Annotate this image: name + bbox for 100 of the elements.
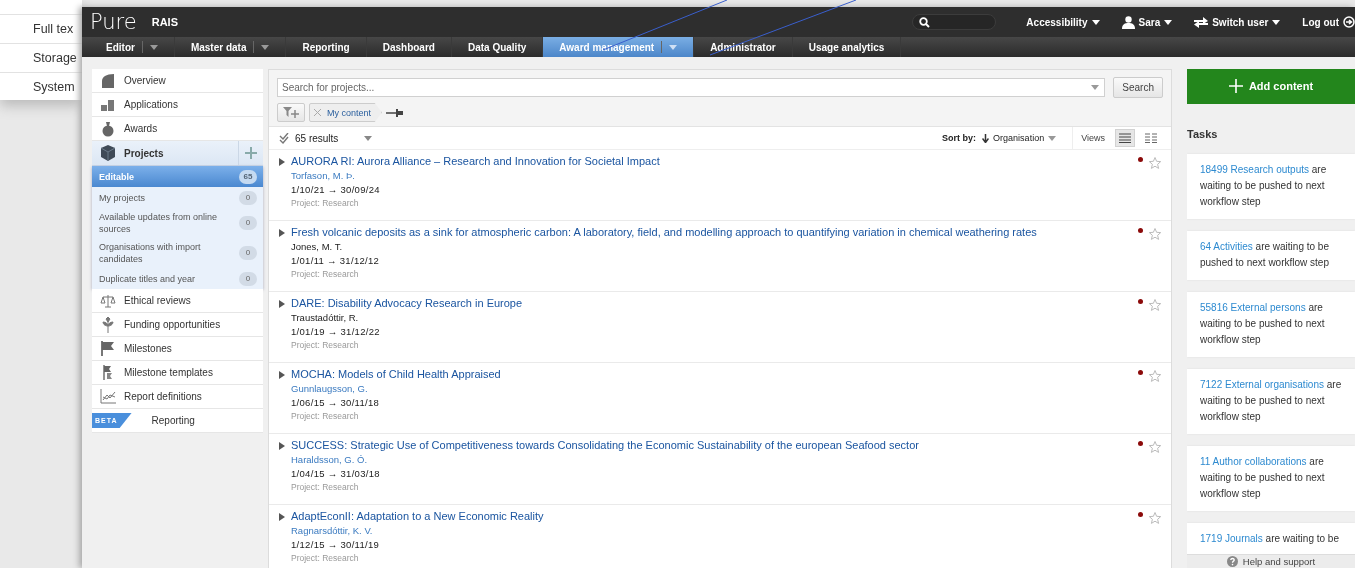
- product-name: RAIS: [151, 16, 178, 28]
- caret-icon: [1091, 19, 1100, 25]
- switch-user-button[interactable]: Switch user: [1194, 16, 1281, 28]
- sidebar-item[interactable]: Awards: [92, 117, 263, 141]
- sidebar-item[interactable]: Report definitions: [92, 385, 263, 409]
- sidebar-item[interactable]: Funding opportunities: [92, 313, 263, 337]
- task-link[interactable]: 7122 External organisations: [1200, 379, 1324, 390]
- results-count: 65 results: [295, 132, 339, 144]
- task-card: 18499 Research outputs are waiting to be pushed to next workflow step: [1187, 154, 1355, 219]
- filter-plus-icon: [283, 107, 299, 118]
- search-icon: [919, 16, 931, 28]
- task-card: 7122 External organisations are waiting to be pushed to next workflow step: [1187, 369, 1355, 434]
- user-menu[interactable]: Sara: [1121, 15, 1173, 29]
- caret-icon: [1091, 85, 1100, 90]
- sort-label: Sort by:: [942, 133, 977, 143]
- add-filter-button[interactable]: [277, 103, 305, 122]
- sidebar-item[interactable]: Overview: [92, 69, 263, 93]
- scales-icon: [99, 293, 116, 308]
- sidebar-item[interactable]: Milestones: [92, 337, 263, 361]
- status-dot-icon: [1138, 228, 1143, 233]
- sort-button[interactable]: Organisation: [982, 133, 1057, 143]
- sidebar-subitem[interactable]: Duplicate titles and year 0: [92, 268, 263, 289]
- help-bar[interactable]: Help and support: [1187, 554, 1355, 568]
- help-icon: [1226, 556, 1238, 567]
- project-title[interactable]: Fresh volcanic deposits as a sink for atmospheric carbon: A laboratory, field, and modelling approach to quantifying variation in chemical weathering rates: [291, 226, 1037, 238]
- person-name: Traustadóttir, R.: [291, 312, 359, 323]
- sidebar-subitem[interactable]: My projects 0: [92, 187, 263, 208]
- person-link[interactable]: Torfason, M. Þ.: [291, 170, 355, 181]
- cube-icon: [100, 145, 115, 161]
- task-link[interactable]: 55816 External persons: [1200, 302, 1306, 313]
- nav-tab[interactable]: Master data: [174, 37, 287, 57]
- sidebar-item[interactable]: Applications: [92, 93, 263, 117]
- nav-tab[interactable]: Dashboard: [366, 37, 452, 57]
- task-card: 55816 External persons are waiting to be pushed to next workflow step: [1187, 292, 1355, 357]
- status-dot-icon: [1138, 299, 1143, 304]
- project-dates: 1/06/15 → 30/11/18: [291, 397, 380, 408]
- expand-icon: [279, 513, 285, 521]
- tasks-heading: Tasks: [1187, 128, 1219, 140]
- task-link[interactable]: 64 Activities: [1200, 241, 1253, 252]
- task-card: 11 Author collaborations are waiting to be pushed to next workflow step: [1187, 446, 1355, 511]
- caret-icon: [1164, 19, 1173, 25]
- subitem-label: Duplicate titles and year: [99, 272, 197, 285]
- item-count: 0: [239, 190, 257, 205]
- expand-icon: [279, 158, 285, 166]
- project-type: Project: Research: [291, 553, 359, 563]
- logout-icon: [1343, 16, 1355, 28]
- project-title[interactable]: AURORA RI: Aurora Alliance – Research and Innovation for Societal Impact: [291, 155, 660, 167]
- subitem-label: Editable: [99, 170, 135, 183]
- project-type: Project: Research: [291, 269, 359, 279]
- search-button[interactable]: Search: [1113, 77, 1163, 98]
- project-title[interactable]: AdaptEconII: Adaptation to a New Economic Reality: [291, 510, 544, 522]
- task-link[interactable]: 11 Author collaborations: [1200, 456, 1307, 467]
- subitem-label: Organisations with import candidates: [99, 241, 202, 265]
- person-link[interactable]: Haraldsson, G. Ó.: [291, 454, 368, 465]
- subitem-label: Available updates from online sources: [99, 211, 218, 235]
- person-icon: [1121, 15, 1135, 29]
- pin-icon: [386, 107, 405, 118]
- item-count: 0: [239, 271, 257, 286]
- project-type: Project: Research: [291, 482, 359, 492]
- sidebar-item[interactable]: Milestone templates: [92, 361, 263, 385]
- accessibility-menu[interactable]: Accessibility: [1026, 16, 1100, 28]
- project-type: Project: Research: [291, 340, 359, 350]
- bag-icon: [100, 120, 115, 137]
- arrow-down-icon: [982, 133, 990, 143]
- person-link[interactable]: Ragnarsdóttir, K. V.: [291, 525, 373, 536]
- logout-button[interactable]: Log out: [1302, 16, 1355, 28]
- project-title[interactable]: MOCHA: Models of Child Health Appraised: [291, 368, 501, 380]
- sidebar-subitem[interactable]: Editable 65: [92, 166, 263, 187]
- filter-chip[interactable]: My content: [309, 103, 383, 122]
- task-link[interactable]: 18499 Research outputs: [1200, 164, 1309, 175]
- views-label: Views: [1072, 127, 1105, 149]
- caret-icon: [1272, 19, 1281, 25]
- status-dot-icon: [1138, 157, 1143, 162]
- status-dot-icon: [1138, 441, 1143, 446]
- bars-icon: [99, 97, 116, 112]
- line-chart-icon: [99, 389, 116, 404]
- project-dates: 1/04/15 → 31/03/18: [291, 468, 380, 479]
- sidebar-subitem[interactable]: Organisations with import candidates 0: [92, 238, 263, 268]
- expand-icon: [279, 229, 285, 237]
- search-field[interactable]: [912, 14, 997, 30]
- task-card: 1719 Journals are waiting to be: [1187, 523, 1355, 556]
- add-content-button[interactable]: Add content: [1187, 69, 1355, 104]
- status-dot-icon: [1138, 512, 1143, 517]
- expand-icon: [279, 300, 285, 308]
- person-name: Jones, M. T.: [291, 241, 343, 252]
- project-type: Project: Research: [291, 198, 359, 208]
- sidebar-item[interactable]: Ethical reviews: [92, 289, 263, 313]
- nav-tab[interactable]: Editor: [90, 37, 175, 57]
- list-view-button[interactable]: [1115, 129, 1135, 147]
- item-count: 65: [239, 169, 257, 184]
- person-link[interactable]: Gunnlaugsson, G.: [291, 383, 368, 394]
- nav-tab[interactable]: Usage analytics: [792, 37, 902, 57]
- project-title[interactable]: DARE: Disability Advocacy Research in Europe: [291, 297, 523, 309]
- task-card: 64 Activities are waiting to be pushed to next workflow step: [1187, 231, 1355, 280]
- nav-tab[interactable]: Reporting: [286, 37, 367, 57]
- task-link[interactable]: 1719 Journals: [1200, 533, 1263, 544]
- results-menu[interactable]: [364, 135, 373, 141]
- remove-icon: [314, 109, 321, 116]
- project-title[interactable]: SUCCESS: Strategic Use of Competitiveness towards Consolidating the Economic Sustainability of the european Seafood sector: [291, 439, 919, 451]
- sidebar-subitem[interactable]: Available updates from online sources 0: [92, 208, 263, 238]
